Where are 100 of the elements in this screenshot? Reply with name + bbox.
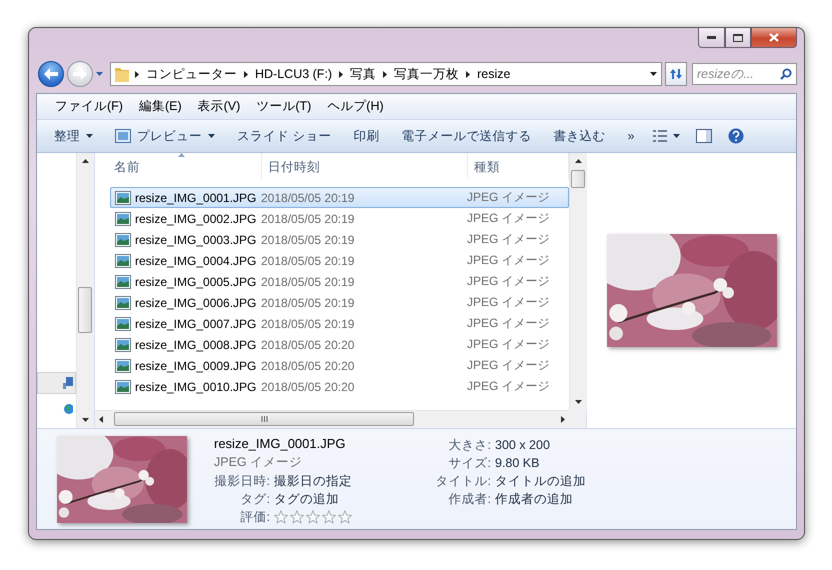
- file-row[interactable]: resize_IMG_0003.JPG 2018/05/05 20:19 JPEG イメージ: [110, 229, 569, 250]
- scroll-down-icon: [575, 400, 582, 404]
- command-button[interactable]: 整理: [43, 123, 104, 149]
- search-field[interactable]: resizeの...: [692, 63, 797, 85]
- file-row[interactable]: resize_IMG_0009.JPG 2018/05/05 20:20 JPEG イメージ: [110, 355, 569, 376]
- type-cell-text: JPEG イメージ: [467, 252, 551, 269]
- globe-icon: [63, 403, 73, 415]
- date-cell-text: 2018/05/05 20:19: [261, 212, 356, 226]
- file-row[interactable]: resize_IMG_0005.JPG 2018/05/05 20:19 JPEG イメージ: [110, 271, 569, 292]
- menu-item[interactable]: ヘルプ(H): [319, 98, 392, 115]
- file-row[interactable]: resize_IMG_0006.JPG 2018/05/05 20:19 JPEG イメージ: [110, 292, 569, 313]
- command-button[interactable]: 印刷: [342, 123, 390, 149]
- breadcrumb[interactable]: HD-LCU3 (F:): [254, 67, 334, 81]
- star-icon: [274, 510, 288, 524]
- image-file-icon: [115, 358, 131, 372]
- scroll-down-icon: [82, 418, 89, 422]
- type-cell-text: JPEG イメージ: [467, 273, 551, 290]
- history-dropdown-button[interactable]: [96, 72, 103, 76]
- scroll-up-icon: [82, 159, 89, 163]
- image-file-icon: [115, 212, 131, 226]
- file-row[interactable]: resize_IMG_0002.JPG 2018/05/05 20:19 JPEG イメージ: [110, 208, 569, 229]
- date-cell-text: 2018/05/05 20:19: [261, 274, 356, 288]
- command-button[interactable]: 書き込む: [542, 123, 616, 149]
- pane-icon: [696, 129, 712, 143]
- field-label: 大きさ:: [448, 436, 491, 454]
- date-cell-text: 2018/05/05 20:19: [261, 232, 356, 246]
- chevron-icon: [135, 70, 139, 78]
- field-label: サイズ:: [448, 454, 491, 472]
- nav-item[interactable]: [37, 372, 76, 394]
- maximize-button[interactable]: [725, 28, 751, 48]
- scrollbar[interactable]: [569, 153, 587, 410]
- scrollbar[interactable]: [76, 153, 94, 428]
- menu-item[interactable]: ツール(T): [248, 98, 320, 115]
- column-header[interactable]: 日付時刻: [262, 153, 468, 179]
- file-row[interactable]: resize_IMG_0008.JPG 2018/05/05 20:20 JPEG イメージ: [110, 334, 569, 355]
- breadcrumb[interactable]: 写真: [349, 66, 378, 82]
- file-row[interactable]: resize_IMG_0004.JPG 2018/05/05 20:19 JPEG イメージ: [110, 250, 569, 271]
- menu-item[interactable]: ファイル(F): [47, 98, 131, 115]
- maximize-icon: [733, 34, 743, 42]
- image-file-icon: [115, 296, 131, 310]
- menu-item[interactable]: 編集(E): [130, 98, 190, 115]
- field-value[interactable]: 撮影日の指定: [274, 472, 398, 490]
- menu-item[interactable]: 表示(V): [190, 98, 248, 115]
- command-button[interactable]: 電子メールで送信する: [390, 123, 542, 149]
- close-button[interactable]: [751, 28, 797, 48]
- field-value[interactable]: 作成者の追加: [495, 490, 586, 508]
- field-value[interactable]: タイトルの追加: [495, 472, 586, 490]
- breadcrumb[interactable]: 写真一万枚: [393, 66, 460, 82]
- breadcrumb[interactable]: resize: [476, 67, 512, 81]
- command-button[interactable]: スライド ショー: [226, 123, 342, 149]
- file-name: resize_IMG_0001.JPG: [214, 436, 347, 453]
- image-file-icon: [115, 274, 131, 288]
- scroll-thumb[interactable]: [571, 170, 585, 188]
- close-icon: [769, 33, 779, 42]
- scroll-thumb[interactable]: [78, 287, 92, 333]
- type-cell-text: JPEG イメージ: [467, 210, 551, 227]
- star-icon: [322, 510, 336, 524]
- field-value[interactable]: タグの追加: [274, 490, 398, 508]
- horizontal-scrollbar[interactable]: [95, 410, 569, 428]
- preview-image-icon: [115, 129, 131, 143]
- file-row[interactable]: resize_IMG_0001.JPG 2018/05/05 20:19 JPEG イメージ: [110, 187, 569, 208]
- scroll-right-icon: [561, 416, 565, 423]
- back-button[interactable]: [38, 61, 64, 87]
- command-button[interactable]: プレビュー: [104, 123, 226, 149]
- file-name: resize_IMG_0001.JPG: [135, 190, 256, 204]
- chevron-icon: [466, 70, 470, 78]
- date-cell-text: 2018/05/05 20:20: [261, 358, 356, 372]
- type-cell-text: JPEG イメージ: [467, 294, 551, 311]
- file-row[interactable]: resize_IMG_0007.JPG 2018/05/05 20:19 JPEG イメージ: [110, 313, 569, 334]
- field-value[interactable]: 9.80 KB: [495, 456, 586, 470]
- file-name: resize_IMG_0010.JPG: [135, 380, 256, 394]
- date-cell-text: 2018/05/05 20:20: [261, 338, 356, 352]
- column-header[interactable]: 名前: [95, 153, 262, 179]
- field-label: 評価:: [240, 508, 270, 526]
- chevron-icon: [383, 70, 388, 78]
- image-file-icon: [115, 380, 131, 394]
- command-button[interactable]: »: [616, 123, 646, 149]
- file-row[interactable]: resize_IMG_0010.JPG 2018/05/05 20:20 JPEG イメージ: [110, 376, 569, 397]
- file-name: resize_IMG_0006.JPG: [135, 296, 256, 310]
- breadcrumb[interactable]: コンピューター: [145, 66, 238, 82]
- view-list-icon: [653, 130, 668, 142]
- file-name: resize_IMG_0009.JPG: [135, 358, 256, 372]
- caret-icon: [96, 72, 103, 76]
- refresh-button[interactable]: [665, 62, 687, 86]
- field-label: 撮影日時:: [214, 472, 270, 490]
- type-cell-text: JPEG イメージ: [467, 231, 551, 248]
- date-cell-text: 2018/05/05 20:19: [261, 316, 356, 330]
- caret-icon: [673, 134, 680, 138]
- image-file-icon: [115, 338, 131, 352]
- network-computer-icon: [63, 377, 73, 389]
- caret-icon: [86, 134, 93, 138]
- type-cell-text: JPEG イメージ: [467, 336, 551, 353]
- type-cell-text: JPEG イメージ: [467, 315, 551, 332]
- minimize-button[interactable]: [698, 28, 725, 48]
- field-label: 作成者:: [448, 490, 491, 508]
- field-value[interactable]: 300 x 200: [495, 438, 586, 452]
- scroll-thumb[interactable]: [114, 412, 414, 426]
- refresh-icon: [669, 68, 683, 80]
- file-name: resize_IMG_0005.JPG: [135, 274, 256, 288]
- address-bar[interactable]: コンピューター HD-LCU3 (F:) 写真 写真一万枚 resize: [110, 62, 662, 86]
